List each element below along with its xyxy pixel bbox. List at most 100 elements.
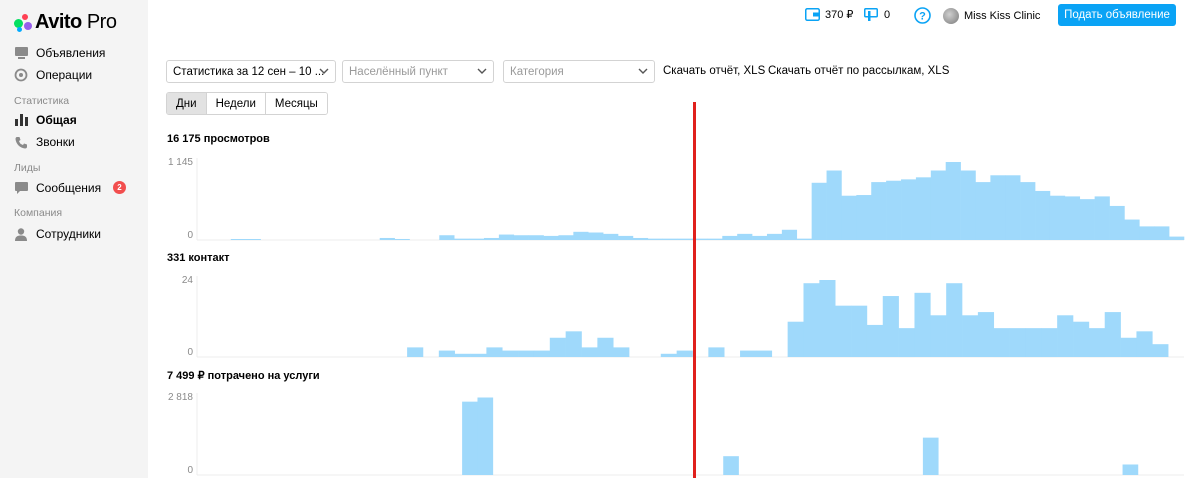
chart-bar[interactable] — [960, 170, 976, 240]
chart-bar[interactable] — [819, 280, 836, 357]
avito-pro-logo[interactable]: Avito Pro — [14, 11, 117, 34]
chart-bar[interactable] — [922, 437, 939, 475]
chart-bar[interactable] — [752, 235, 768, 240]
chart-bar[interactable] — [558, 235, 574, 240]
chart-bar[interactable] — [677, 238, 693, 240]
chart-bar[interactable] — [826, 170, 842, 240]
sidebar-item-employees[interactable]: Сотрудники — [14, 227, 138, 241]
city-select[interactable]: Населённый пункт — [342, 60, 494, 83]
chart-bar[interactable] — [1049, 195, 1066, 240]
chart-bar[interactable] — [486, 347, 503, 358]
chart-bar[interactable] — [803, 283, 820, 357]
chart-bar[interactable] — [851, 305, 868, 357]
chart-bar[interactable] — [866, 324, 884, 357]
chart-bar[interactable] — [1139, 226, 1155, 240]
chart-bar[interactable] — [573, 231, 589, 240]
chart-bar[interactable] — [990, 175, 1006, 240]
chart-bar[interactable] — [1094, 196, 1110, 240]
chart-bar[interactable] — [708, 347, 725, 358]
category-select[interactable]: Категория — [503, 60, 655, 83]
sidebar-item-messages[interactable]: Сообщения 2 — [14, 181, 138, 195]
sidebar-item-calls[interactable]: Звонки — [14, 135, 138, 149]
chart-bar[interactable] — [975, 182, 991, 240]
chart-bar[interactable] — [787, 321, 804, 357]
chart-bar[interactable] — [1152, 344, 1169, 357]
chart-bar[interactable] — [1169, 236, 1185, 240]
chart-bar[interactable] — [1020, 182, 1036, 240]
chart-bar[interactable] — [1104, 312, 1121, 357]
chart-bar[interactable] — [588, 232, 604, 240]
chart-bar[interactable] — [549, 337, 566, 357]
chart-bar[interactable] — [882, 296, 899, 357]
chart-bar[interactable] — [565, 331, 582, 357]
chart-bar[interactable] — [977, 312, 995, 357]
chart-bar[interactable] — [647, 238, 664, 240]
chart-bar[interactable] — [962, 315, 979, 357]
chart-bar[interactable] — [766, 233, 783, 240]
chart-bar[interactable] — [513, 235, 529, 240]
chart-bar[interactable] — [543, 235, 559, 240]
chart-bar[interactable] — [1057, 315, 1074, 357]
tab-days[interactable]: Дни — [167, 93, 207, 114]
chart-bar[interactable] — [613, 347, 630, 358]
chart-bar[interactable] — [841, 195, 857, 240]
chart-bar[interactable] — [1025, 328, 1042, 358]
download-mailing-report-link[interactable]: Скачать отчёт по рассылкам, XLS — [768, 65, 949, 77]
chart-bar[interactable] — [796, 238, 812, 240]
chart-bar[interactable] — [498, 234, 515, 240]
chart-bar[interactable] — [245, 239, 261, 240]
chart-bar[interactable] — [483, 237, 500, 240]
chart-bar[interactable] — [676, 350, 693, 357]
bonus-balance[interactable]: 0 — [864, 8, 890, 21]
chart-bar[interactable] — [1005, 175, 1021, 240]
chart-bar[interactable] — [518, 350, 535, 357]
chart-bar[interactable] — [1064, 196, 1081, 240]
chart-bar[interactable] — [502, 350, 519, 357]
chart-bar[interactable] — [660, 353, 677, 357]
chart-bar[interactable] — [1154, 226, 1170, 240]
post-ad-button[interactable]: Подать объявление — [1058, 4, 1176, 26]
chart-bar[interactable] — [662, 238, 678, 240]
chart-bar[interactable] — [1079, 199, 1095, 240]
chart-bar[interactable] — [632, 237, 649, 240]
help-button[interactable]: ? — [914, 7, 931, 24]
chart-bar[interactable] — [993, 328, 1010, 358]
chart-bar[interactable] — [533, 350, 551, 357]
chart-bar[interactable] — [477, 397, 494, 476]
chart-bar[interactable] — [901, 179, 917, 240]
chart-bar[interactable] — [603, 233, 619, 240]
chart-bar[interactable] — [1073, 321, 1090, 357]
chart-bar[interactable] — [1088, 328, 1106, 358]
chart-bar[interactable] — [1109, 205, 1125, 240]
chart-bar[interactable] — [470, 353, 487, 357]
chart-bar[interactable] — [581, 347, 598, 358]
chart-bar[interactable] — [462, 401, 478, 475]
sidebar-item-general[interactable]: Общая — [14, 113, 138, 127]
chart-bar[interactable] — [723, 456, 739, 475]
tab-weeks[interactable]: Недели — [206, 93, 266, 114]
chart-bar[interactable] — [740, 350, 757, 357]
chart-bar[interactable] — [438, 350, 455, 357]
chart-bar[interactable] — [930, 170, 946, 240]
chart-bar[interactable] — [407, 347, 424, 358]
chart-bar[interactable] — [1120, 337, 1137, 357]
sidebar-item-operations[interactable]: Операции — [14, 68, 138, 82]
chart-bar[interactable] — [454, 238, 470, 240]
user-profile[interactable]: Miss Kiss Clinic — [943, 8, 1040, 24]
chart-bar[interactable] — [1136, 331, 1153, 357]
chart-bar[interactable] — [379, 237, 395, 240]
sidebar-item-ads[interactable]: Объявления — [14, 46, 138, 60]
chart-bar[interactable] — [597, 337, 614, 357]
chart-bar[interactable] — [707, 238, 723, 240]
chart-bar[interactable] — [886, 180, 902, 240]
chart-bar[interactable] — [1041, 328, 1058, 358]
chart-bar[interactable] — [946, 283, 963, 357]
chart-bar[interactable] — [898, 328, 915, 358]
chart-bar[interactable] — [469, 238, 485, 240]
chart-bar[interactable] — [1035, 190, 1051, 240]
chart-bar[interactable] — [737, 233, 753, 240]
chart-bar[interactable] — [1009, 328, 1026, 358]
chart-bar[interactable] — [915, 177, 932, 240]
chart-bar[interactable] — [528, 235, 544, 240]
chart-bar[interactable] — [1122, 464, 1139, 475]
